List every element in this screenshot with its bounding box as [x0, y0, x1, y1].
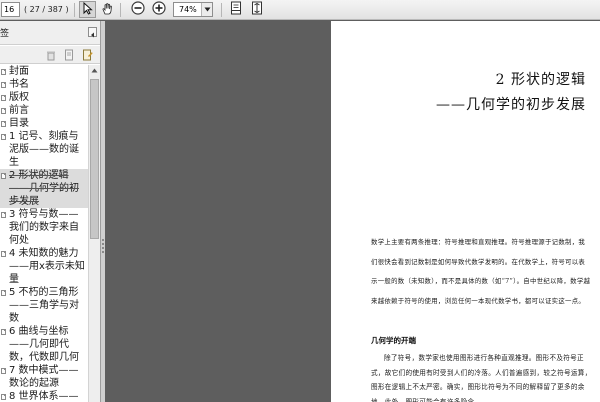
scroll-up-icon[interactable] [89, 65, 100, 76]
chevron-down-icon[interactable] [201, 3, 212, 16]
chapter-intro: 数学上主要有两条推理：符号推理和直观推理。符号推理源于记数制，我们很快会看到记数… [371, 238, 591, 305]
bookmark-page-icon [1, 368, 6, 374]
hand-tool-button[interactable] [99, 1, 116, 18]
zoom-select[interactable]: 74% [173, 2, 213, 17]
bookmark-page-icon [1, 82, 6, 88]
bookmark-properties-icon [82, 46, 93, 65]
zoom-out-button[interactable] [129, 1, 146, 18]
toolbar-separator [74, 3, 75, 17]
bookmarks-toolbar [0, 46, 100, 64]
pdf-page: 2 形状的逻辑 ——几何学的初步发展 数学上主要有两条推理：符号推理和直观推理。… [331, 21, 600, 402]
bookmark-label: 8 世界体系——微 [9, 391, 79, 402]
bookmark-label: 封面 [9, 66, 29, 77]
bookmark-page-icon [1, 212, 6, 218]
bookmark-label: 3 符号与数——我们的数字来自何处 [9, 209, 79, 246]
bookmark-item[interactable]: 4 未知数的魅力——用x表示未知量 [0, 247, 88, 286]
bookmark-item[interactable]: 6 曲线与坐标——几何即代数，代数即几何 [0, 325, 88, 364]
splitter-grip-dot [102, 251, 104, 253]
chevron-left-icon [90, 23, 95, 42]
bookmark-page-icon [1, 134, 6, 140]
bookmark-page-icon [1, 108, 6, 114]
body-paragraph: 除了符号，数学家也使用图形进行各种直观推理。图形不及符号正式，故它们的使用有时受… [371, 354, 592, 402]
toolbar-separator [221, 3, 222, 17]
single-page-view-button[interactable] [227, 1, 244, 18]
bookmark-item[interactable]: 书名 [0, 78, 88, 91]
bookmark-page-icon [1, 329, 6, 335]
bookmark-list: 封面 书名 版权 前言 目录 1 记号、刻痕与泥版——数的诞生 2 形状的逻辑—… [0, 65, 88, 402]
bookmark-item[interactable]: 封面 [0, 65, 88, 78]
new-bookmark-icon [64, 46, 74, 65]
single-page-icon [230, 0, 242, 19]
bookmark-label: 6 曲线与坐标——几何即代数，代数即几何 [9, 326, 79, 363]
bookmark-label: 目录 [9, 118, 29, 129]
bookmark-label: 7 数中模式——数论的起源 [9, 365, 79, 389]
bookmark-item[interactable]: 目录 [0, 117, 88, 130]
bookmark-label: 5 不朽的三角形——三角学与对数 [9, 287, 79, 324]
new-bookmark-button[interactable] [62, 48, 76, 62]
bookmark-item[interactable]: 前言 [0, 104, 88, 117]
bookmark-item[interactable]: 3 符号与数——我们的数字来自何处 [0, 208, 88, 247]
bookmark-label: 1 记号、刻痕与泥版——数的诞生 [9, 131, 79, 168]
delete-bookmark-icon [46, 46, 56, 65]
bookmark-label: 版权 [9, 92, 29, 103]
zoom-out-icon [130, 0, 145, 19]
bookmark-item[interactable]: 8 世界体系——微 [0, 390, 88, 402]
delete-bookmark-button[interactable] [44, 48, 58, 62]
splitter-grip-dot [102, 243, 104, 245]
zoom-value: 74% [179, 5, 197, 14]
scrollbar-thumb[interactable] [90, 79, 99, 239]
chapter-subtitle: ——几何学的初步发展 [436, 97, 586, 113]
bookmarks-panel: 签 封面 书名 版权 前言 目录 1 记号、刻痕与泥版——数的诞生 2 形状的逻… [0, 21, 101, 402]
bookmark-item[interactable]: 5 不朽的三角形——三角学与对数 [0, 286, 88, 325]
chapter-title: 2 形状的逻辑 [495, 72, 586, 88]
document-viewport[interactable]: 2 形状的逻辑 ——几何学的初步发展 数学上主要有两条推理：符号推理和直观推理。… [105, 21, 600, 402]
page-number-input[interactable]: 16 [1, 2, 20, 17]
splitter-grip-dot [102, 239, 104, 241]
bookmark-label: 书名 [9, 79, 29, 90]
toolbar-separator [120, 3, 121, 17]
bookmark-item-selected[interactable]: 2 形状的逻辑——几何学的初步发展 [0, 169, 88, 208]
bookmark-page-icon [1, 290, 6, 296]
bookmark-label: 前言 [9, 105, 29, 116]
section-heading: 几何学的开端 [371, 336, 416, 345]
fit-page-icon [251, 0, 263, 19]
collapse-panel-button[interactable] [88, 27, 97, 37]
page-count-label: ( 27 / 387 ) [24, 5, 69, 14]
toolbar: 16 ( 27 / 387 ) 74% [0, 0, 600, 20]
hand-icon [101, 0, 114, 19]
bookmark-page-icon [1, 69, 6, 75]
bookmark-page-icon [1, 95, 6, 101]
select-tool-button[interactable] [79, 1, 96, 18]
bookmarks-panel-title: 签 [0, 29, 10, 39]
zoom-in-button[interactable] [150, 1, 167, 18]
bookmark-page-icon [1, 251, 6, 257]
fit-page-button[interactable] [248, 1, 265, 18]
bookmark-item[interactable]: 7 数中模式——数论的起源 [0, 364, 88, 390]
bookmarks-panel-header: 签 [0, 21, 100, 45]
zoom-in-icon [151, 0, 166, 19]
bookmark-scrollbar[interactable] [88, 65, 100, 402]
bookmark-properties-button[interactable] [80, 48, 94, 62]
select-arrow-icon [82, 0, 93, 19]
bookmark-page-icon [1, 394, 6, 400]
splitter-grip-dot [102, 247, 104, 249]
bookmark-page-icon [1, 173, 6, 179]
bookmark-page-icon [1, 121, 6, 127]
bookmark-item[interactable]: 版权 [0, 91, 88, 104]
bookmark-item[interactable]: 1 记号、刻痕与泥版——数的诞生 [0, 130, 88, 169]
bookmark-label: 2 形状的逻辑——几何学的初步发展 [9, 170, 79, 207]
bookmark-label: 4 未知数的魅力——用x表示未知量 [9, 248, 85, 285]
